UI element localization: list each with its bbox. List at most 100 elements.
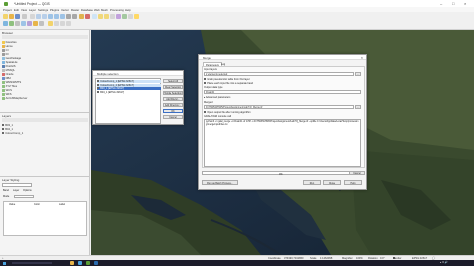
cancel-run-button[interactable]: Cancel xyxy=(349,171,365,175)
qgis-taskbar-icon[interactable] xyxy=(86,261,90,265)
list-item[interactable]: B04_1 [EPSG:32617] xyxy=(97,91,161,94)
add-delimited-icon[interactable] xyxy=(15,21,20,26)
layer-list[interactable]: ColourComp_1 [EPSG:32617] ColourComp_2 [… xyxy=(95,78,161,124)
browser-item-geopackage[interactable]: GeoPackage xyxy=(2,57,21,60)
zoom-in-icon[interactable] xyxy=(36,13,41,19)
browser-item-favorites[interactable]: Favorites xyxy=(2,41,17,44)
add-wms-icon[interactable] xyxy=(33,21,38,26)
file-explorer-icon[interactable] xyxy=(70,261,74,265)
select-all-button[interactable]: Select All xyxy=(163,79,183,83)
mode-select[interactable] xyxy=(14,194,34,198)
ok-button[interactable]: OK xyxy=(163,109,183,113)
tab-band[interactable]: Band xyxy=(3,189,9,192)
styling-layer-select[interactable] xyxy=(2,183,32,187)
item-checkbox[interactable] xyxy=(97,83,100,86)
merged-output-field[interactable]: D:/HW5/WHW5/ProjectAssignment/Lab7/Q_Mer… xyxy=(204,104,354,109)
new-map-view-icon[interactable] xyxy=(79,13,84,19)
open-output-checkbox[interactable]: Open output file after running algorithm xyxy=(204,111,251,114)
gdal-command-text[interactable]: python3 -m gdal_merge -ot Float32 -of GT… xyxy=(204,118,361,167)
maximize-icon[interactable]: □ xyxy=(452,1,454,6)
save-project-icon[interactable] xyxy=(15,13,20,19)
edit-pencil-icon[interactable] xyxy=(48,21,53,26)
toggle-selection-button[interactable]: Toggle Selection xyxy=(163,91,183,95)
item-checkbox[interactable] xyxy=(97,87,100,90)
vertex-tool-icon[interactable] xyxy=(66,21,71,26)
word-icon[interactable] xyxy=(94,261,98,265)
checkbox-box[interactable] xyxy=(204,82,207,85)
browser-item-wfs[interactable]: WFS xyxy=(2,93,12,96)
browser-item-arcgis[interactable]: ArcGISMapServer xyxy=(2,97,27,100)
add-directory-button[interactable]: Add Directory... xyxy=(163,103,183,107)
advanced-parameters-toggle[interactable]: ▸ Advanced parameters xyxy=(204,96,230,99)
item-checkbox[interactable] xyxy=(97,90,100,93)
add-postgis-icon[interactable] xyxy=(27,21,32,26)
attribute-table-icon[interactable] xyxy=(110,13,115,19)
open-project-icon[interactable] xyxy=(9,13,14,19)
browser-item-oracle[interactable]: Oracle xyxy=(2,73,14,76)
separate-band-checkbox[interactable]: Place each input file into a separate ba… xyxy=(204,82,253,85)
windows-start-icon[interactable] xyxy=(3,261,6,265)
minimize-icon[interactable]: – xyxy=(440,1,442,6)
browser-item-wcs[interactable]: WCS xyxy=(2,89,12,92)
close-button[interactable]: Close xyxy=(323,180,341,185)
add-spatialite-icon[interactable] xyxy=(21,21,26,26)
zoom-full-icon[interactable] xyxy=(48,13,53,19)
annotation-icon[interactable] xyxy=(134,13,139,19)
new-project-icon[interactable] xyxy=(3,13,8,19)
save-edits-icon[interactable] xyxy=(54,21,59,26)
add-raster-icon[interactable] xyxy=(9,21,14,26)
select-features-icon[interactable] xyxy=(98,13,103,19)
zoom-layer-icon[interactable] xyxy=(54,13,59,19)
run-button[interactable]: Run xyxy=(303,180,321,185)
browser-item-d[interactable]: D:\ xyxy=(2,53,9,56)
browser-item-c[interactable]: C:\ xyxy=(2,49,9,52)
browser-item-xyz[interactable]: XYZ Tiles xyxy=(2,85,17,88)
add-vector-icon[interactable] xyxy=(3,21,8,26)
checkbox-box[interactable] xyxy=(204,110,207,113)
item-checkbox[interactable] xyxy=(97,80,100,83)
browser-item-postgis[interactable]: PostGIS xyxy=(2,65,16,68)
zoom-last-icon[interactable] xyxy=(66,13,71,19)
browse-button[interactable]: … xyxy=(355,71,361,76)
zoom-out-icon[interactable] xyxy=(42,13,47,19)
deselect-features-icon[interactable] xyxy=(104,13,109,19)
statistics-icon[interactable] xyxy=(116,13,121,19)
layer-item-colourcomp[interactable]: ColourComp_1 xyxy=(2,132,23,135)
refresh-icon[interactable] xyxy=(85,13,90,19)
identify-icon[interactable] xyxy=(92,13,97,19)
layer-visibility-checkbox[interactable] xyxy=(2,132,5,135)
print-layout-icon[interactable] xyxy=(22,13,27,19)
browser-item-db2[interactable]: DB2 xyxy=(2,77,11,80)
clear-selection-button[interactable]: Clear Selection xyxy=(163,85,183,89)
layer-item-b03[interactable]: B03_1 xyxy=(2,124,13,127)
measure-icon[interactable] xyxy=(122,13,127,19)
close-icon[interactable]: × xyxy=(464,1,466,6)
zoom-next-icon[interactable] xyxy=(72,13,77,19)
browse-button[interactable]: … xyxy=(355,104,361,109)
output-type-select[interactable]: Float32 xyxy=(204,89,361,94)
browser-item-spatialite[interactable]: SpatiaLite xyxy=(2,61,18,64)
add-wfs-icon[interactable] xyxy=(39,21,44,26)
tab-options[interactable]: Options xyxy=(23,189,32,192)
layer-visibility-checkbox[interactable] xyxy=(2,124,5,127)
cancel-button[interactable]: Cancel xyxy=(163,115,183,119)
input-layers-field[interactable]: 2 elements selected xyxy=(204,71,354,76)
browser-item-home[interactable]: Home xyxy=(2,45,13,48)
pseudocolor-checkbox[interactable]: Grab pseudocolor table from first layer xyxy=(204,78,250,81)
pan-icon[interactable] xyxy=(30,13,35,19)
close-icon[interactable]: × xyxy=(361,56,363,60)
tab-layer[interactable]: Layer xyxy=(13,189,19,192)
layer-visibility-checkbox[interactable] xyxy=(2,128,5,131)
browser-item-wms[interactable]: WMS/WMTS xyxy=(2,81,21,84)
browser-icon[interactable] xyxy=(78,261,82,265)
digitize-icon[interactable] xyxy=(60,21,65,26)
checkbox-box[interactable] xyxy=(204,78,207,81)
zoom-selection-icon[interactable] xyxy=(60,13,65,19)
help-button[interactable]: Help xyxy=(344,180,362,185)
run-batch-button[interactable]: Run as Batch Process... xyxy=(202,180,238,185)
map-tips-icon[interactable] xyxy=(128,13,133,19)
add-files-button[interactable]: Add File(s)... xyxy=(163,97,183,101)
browser-item-mssql[interactable]: MSSQL xyxy=(2,69,15,72)
layer-item-b04[interactable]: B04_1 xyxy=(2,128,13,131)
taskbar-search[interactable] xyxy=(12,261,52,265)
